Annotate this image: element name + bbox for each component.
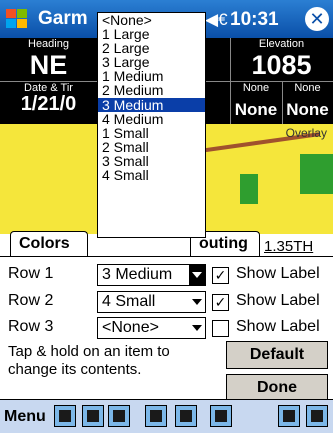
- dropdown-option[interactable]: 2 Large: [98, 41, 205, 55]
- row-3-label: Row 3: [8, 318, 54, 335]
- dropdown-option[interactable]: 3 Large: [98, 55, 205, 69]
- done-button[interactable]: Done: [226, 374, 328, 402]
- tab-colors[interactable]: Colors: [10, 231, 88, 257]
- heading-value: NE: [29, 50, 68, 80]
- dropdown-option-selected[interactable]: 3 Medium: [98, 98, 205, 112]
- field-4-label: None: [294, 82, 321, 94]
- field-3[interactable]: None None: [230, 82, 282, 124]
- default-button[interactable]: Default: [226, 341, 328, 369]
- row-2-show-label-text: Show Label: [236, 292, 320, 309]
- app-title: Garm: [38, 8, 88, 29]
- map-scale: 1.35TH: [264, 238, 314, 255]
- row-1-show-label-checkbox[interactable]: ✓: [212, 267, 229, 284]
- navigate-icon[interactable]: [145, 405, 167, 427]
- chevron-down-icon[interactable]: [189, 292, 205, 312]
- hint-text: Tap & hold on an item to change its cont…: [8, 343, 170, 378]
- field-3-label: None: [242, 82, 270, 94]
- field-4-value: None: [286, 100, 329, 119]
- heading-field[interactable]: Heading NE: [0, 38, 97, 81]
- windows-start-icon[interactable]: [4, 6, 30, 32]
- dropdown-option[interactable]: 2 Small: [98, 140, 205, 154]
- dropdown-option[interactable]: 1 Medium: [98, 69, 205, 83]
- row-2-select-value: 4 Small: [102, 293, 156, 310]
- row-3-select-value: <None>: [102, 319, 159, 336]
- chevron-down-icon[interactable]: [189, 318, 205, 338]
- row-1-show-label-text: Show Label: [236, 265, 320, 282]
- dropdown-option[interactable]: 1 Large: [98, 27, 205, 41]
- chevron-down-icon[interactable]: [189, 265, 205, 285]
- menu-bar: Menu: [0, 399, 333, 433]
- dropdown-option[interactable]: 4 Medium: [98, 112, 205, 126]
- close-icon[interactable]: ✕: [305, 7, 329, 31]
- heading-label: Heading: [28, 38, 69, 50]
- data-field-options-panel: Row 1 3 Medium ✓ Show Label Row 2 4 Smal…: [0, 256, 333, 402]
- clock[interactable]: 10:31: [230, 9, 279, 31]
- row-1-select-value: 3 Medium: [102, 266, 173, 283]
- dropdown-option[interactable]: 2 Medium: [98, 83, 205, 97]
- map-overlay-label: Overlay: [285, 126, 327, 140]
- row-1-label: Row 1: [8, 265, 54, 282]
- field-4[interactable]: None None: [282, 82, 333, 124]
- dropdown-option[interactable]: <None>: [98, 13, 205, 27]
- dropdown-option[interactable]: 1 Small: [98, 126, 205, 140]
- speaker-icon[interactable]: ◀€: [205, 10, 228, 30]
- route-icon[interactable]: [175, 405, 197, 427]
- row-3-show-label-checkbox[interactable]: [212, 320, 229, 337]
- datetime-field[interactable]: Date & Tir 1/21/0: [0, 82, 97, 124]
- menu-button[interactable]: Menu: [4, 408, 46, 426]
- elevation-value: 1085: [251, 50, 312, 80]
- keyboard-icon[interactable]: [54, 405, 76, 427]
- row-1-dropdown-list[interactable]: <None> 1 Large 2 Large 3 Large 1 Medium …: [97, 12, 206, 238]
- info-icon[interactable]: [108, 405, 130, 427]
- row-1-select[interactable]: 3 Medium: [97, 264, 206, 286]
- divider: [282, 82, 283, 124]
- dropdown-option[interactable]: 3 Small: [98, 154, 205, 168]
- row-2-select[interactable]: 4 Small: [97, 291, 206, 313]
- find-icon[interactable]: [210, 405, 232, 427]
- elevation-field[interactable]: Elevation 1085: [230, 38, 333, 81]
- waypoint-icon[interactable]: [82, 405, 104, 427]
- dropdown-option[interactable]: 4 Small: [98, 168, 205, 182]
- row-3-select[interactable]: <None>: [97, 317, 206, 339]
- row-2-show-label-checkbox[interactable]: ✓: [212, 294, 229, 311]
- field-3-value: None: [234, 100, 278, 119]
- pan-hand-icon[interactable]: [306, 405, 328, 427]
- date-value: 1/21/0: [20, 93, 77, 115]
- row-2-label: Row 2: [8, 292, 54, 309]
- zoom-icon[interactable]: [278, 405, 300, 427]
- row-3-show-label-text: Show Label: [236, 318, 320, 335]
- elevation-label: Elevation: [258, 38, 305, 50]
